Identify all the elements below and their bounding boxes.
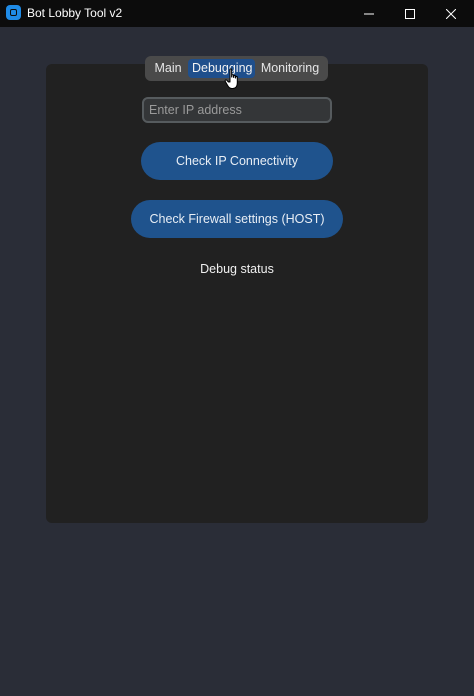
maximize-icon (405, 8, 415, 19)
hand-pointer-icon (224, 68, 238, 89)
ip-address-input[interactable] (142, 97, 332, 123)
check-ip-connectivity-button[interactable]: Check IP Connectivity (141, 142, 333, 180)
check-firewall-button[interactable]: Check Firewall settings (HOST) (131, 200, 343, 238)
close-icon (446, 8, 456, 19)
app-window: Bot Lobby Tool v2 Main Debugging Monitor… (0, 0, 474, 696)
tab-main[interactable]: Main (148, 59, 188, 78)
debug-status-label: Debug status (200, 262, 274, 276)
minimize-icon (364, 13, 374, 14)
main-panel (46, 64, 428, 523)
app-icon (6, 5, 21, 20)
window-title: Bot Lobby Tool v2 (27, 6, 123, 20)
minimize-button[interactable] (346, 0, 392, 27)
tab-monitoring[interactable]: Monitoring (255, 59, 325, 78)
close-button[interactable] (428, 0, 474, 27)
tab-debugging[interactable]: Debugging (188, 59, 255, 78)
maximize-button[interactable] (387, 0, 433, 27)
title-bar[interactable]: Bot Lobby Tool v2 (0, 0, 474, 27)
